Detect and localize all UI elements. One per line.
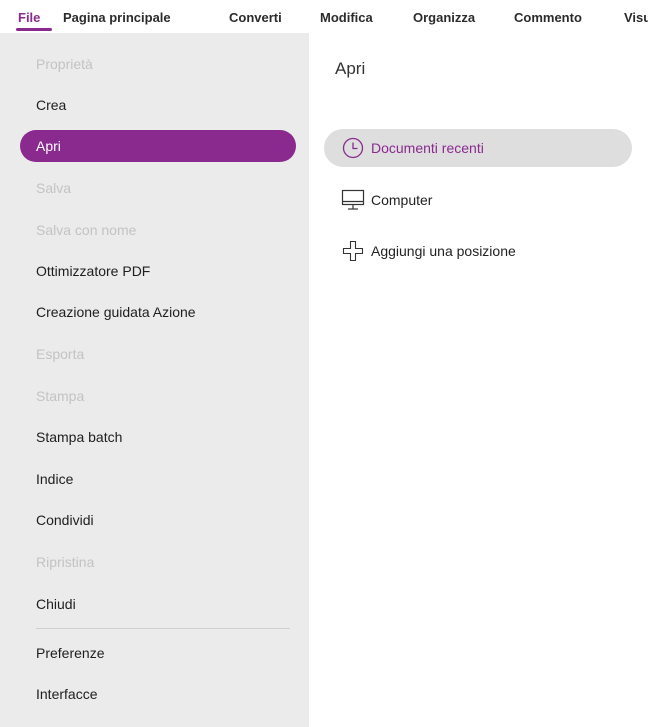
- tab-file[interactable]: File: [18, 10, 40, 25]
- sidebar-item-proprieta: Proprietà: [36, 56, 93, 72]
- computer-icon: [341, 188, 365, 212]
- sidebar-item-apri[interactable]: Apri: [20, 130, 296, 162]
- option-label: Computer: [371, 192, 433, 208]
- sidebar-item-salva-con-nome: Salva con nome: [36, 222, 137, 238]
- option-computer[interactable]: Computer: [324, 181, 632, 219]
- sidebar-item-interfacce[interactable]: Interfacce: [20, 678, 296, 710]
- sidebar-item-esporta: Esporta: [36, 346, 85, 362]
- sidebar-item-creazione-guidata-azione[interactable]: Creazione guidata Azione: [20, 296, 296, 328]
- option-label: Aggiungi una posizione: [371, 243, 516, 259]
- option-label: Documenti recenti: [371, 140, 484, 156]
- sidebar-item-indice[interactable]: Indice: [20, 463, 296, 495]
- option-documenti-recenti[interactable]: Documenti recenti: [324, 129, 632, 167]
- sidebar-item-preferenze[interactable]: Preferenze: [20, 637, 296, 669]
- clock-icon: [341, 136, 365, 160]
- ribbon-tab-bar: File Pagina principale Converti Modifica…: [0, 0, 648, 34]
- sidebar-item-condividi[interactable]: Condividi: [20, 504, 296, 536]
- sidebar-item-ripristina: Ripristina: [36, 554, 95, 570]
- sidebar-item-stampa: Stampa: [36, 388, 85, 404]
- sidebar-divider: [36, 628, 290, 629]
- plus-icon: [341, 239, 365, 263]
- page-title: Apri: [335, 59, 366, 78]
- tab-commento[interactable]: Commento: [514, 10, 582, 25]
- tab-organizza[interactable]: Organizza: [413, 10, 475, 25]
- sidebar-item-crea[interactable]: Crea: [20, 89, 296, 121]
- file-menu-sidebar: Proprietà Crea Apri Salva Salva con nome…: [0, 33, 309, 727]
- tab-converti[interactable]: Converti: [229, 10, 282, 25]
- tab-pagina-principale[interactable]: Pagina principale: [63, 10, 171, 25]
- active-tab-indicator: [16, 28, 52, 31]
- sidebar-item-stampa-batch[interactable]: Stampa batch: [20, 421, 296, 453]
- tab-modifica[interactable]: Modifica: [320, 10, 373, 25]
- sidebar-item-chiudi[interactable]: Chiudi: [20, 588, 296, 620]
- sidebar-item-salva: Salva: [36, 180, 72, 196]
- tab-visualizza[interactable]: Visu: [624, 10, 648, 25]
- option-aggiungi-posizione[interactable]: Aggiungi una posizione: [324, 232, 632, 270]
- sidebar-item-ottimizzatore-pdf[interactable]: Ottimizzatore PDF: [20, 255, 296, 287]
- open-panel: Apri Documenti recenti Computer Aggiungi…: [309, 33, 648, 727]
